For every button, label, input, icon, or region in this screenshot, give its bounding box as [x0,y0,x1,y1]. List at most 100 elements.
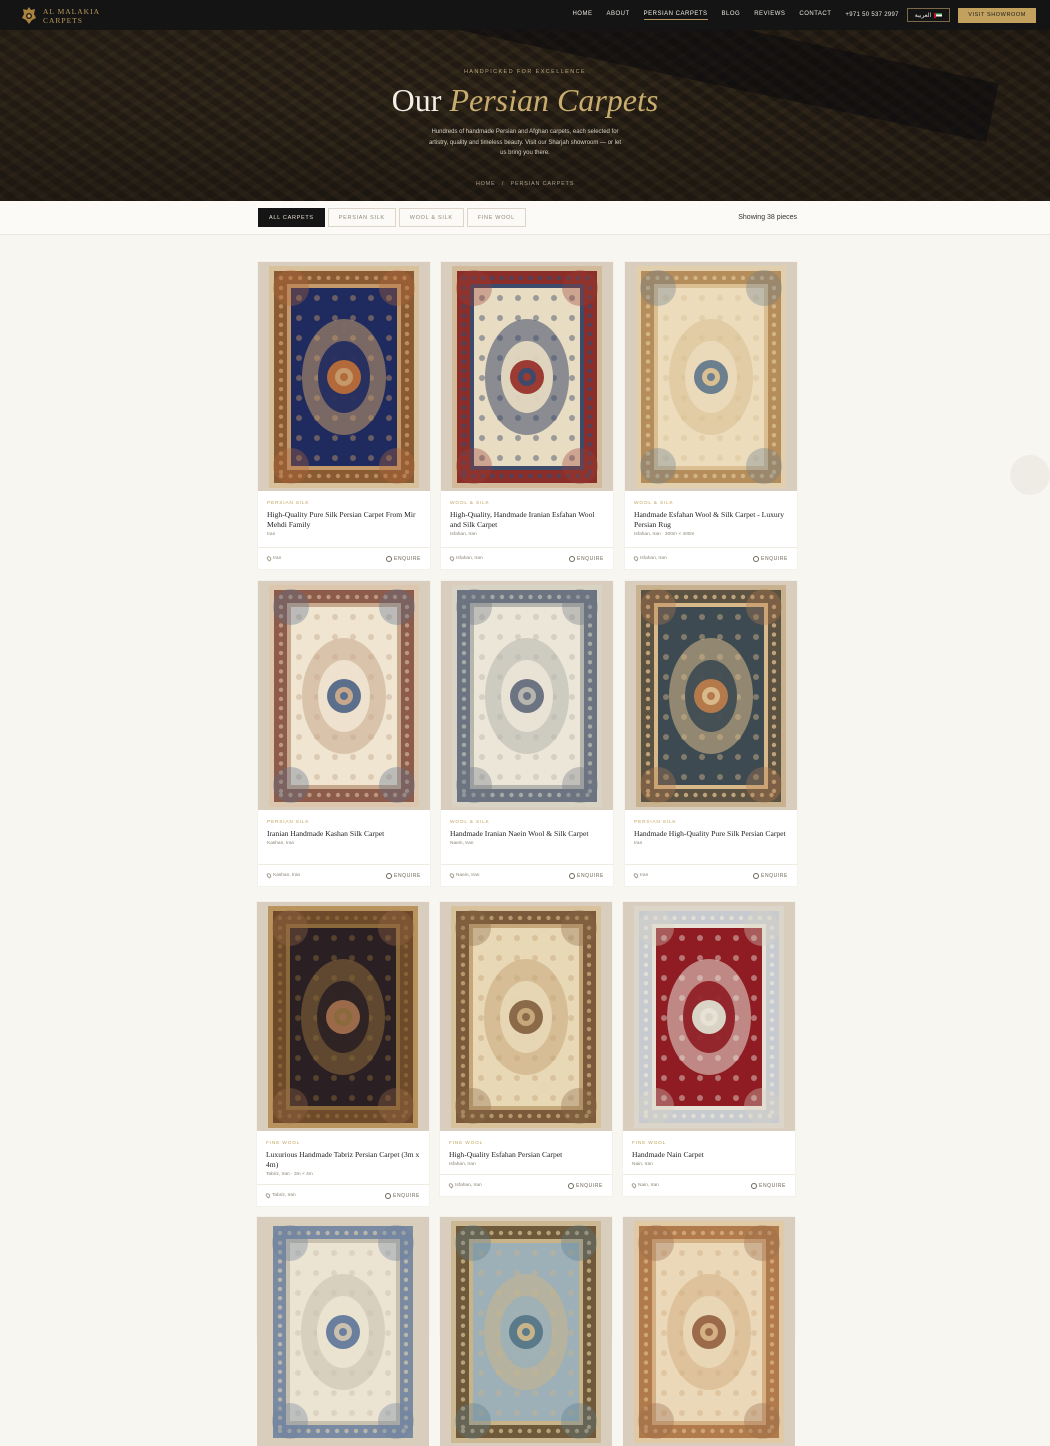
product-card[interactable]: PERSIAN SILK Iranian Handmade Kashan Silk… [258,581,430,886]
product-image[interactable] [625,581,797,810]
product-origin: Isfahan, Iran [450,532,477,537]
product-origin: Naein, Iran [450,841,474,846]
product-name[interactable]: High-Quality Pure Silk Persian Carpet Fr… [267,510,421,530]
floating-widget[interactable] [1010,455,1050,495]
filter-wool-silk[interactable]: WOOL & SILK [398,208,464,227]
product-location: Isfahan, Iran [632,555,667,562]
enquire-button[interactable]: ENQUIRE [751,1182,786,1189]
product-image[interactable] [258,581,430,810]
product-card[interactable]: WOOL & SILK Handmade Esfahan Wool & Silk … [625,262,797,569]
product-origin: Isfahan, Iran · 300m × 400m [634,532,695,537]
enquire-button[interactable]: ENQUIRE [386,555,421,562]
product-category: FINE WOOL [266,1141,301,1146]
enquire-label: ENQUIRE [761,555,788,562]
product-card[interactable] [257,1217,429,1446]
location-pin-icon [447,1182,455,1189]
enquire-label: ENQUIRE [759,1182,786,1189]
product-location: Nain, Iran [630,1182,659,1189]
product-image[interactable] [258,262,430,491]
filter-fine-wool[interactable]: FINE WOOL [466,208,526,227]
location-text: Iran [640,873,649,878]
product-image[interactable] [440,1217,612,1446]
product-location: Naein, Iran [448,872,479,879]
card-footer: Tabriz, Iran ENQUIRE [257,1184,429,1206]
nav-persian-carpets[interactable]: PERSIAN CARPETS [643,11,708,20]
location-text: Isfahan, Iran [455,1183,482,1188]
card-footer: Iran ENQUIRE [625,864,797,886]
product-card[interactable]: PERSIAN SILK Handmade High-Quality Pure S… [625,581,797,886]
enquire-button[interactable]: ENQUIRE [569,555,604,562]
carpet-image [634,905,784,1128]
product-name[interactable]: Handmade Nain Carpet [632,1150,786,1160]
page-title: Our Persian Carpets [0,82,1050,119]
product-image[interactable] [623,1217,795,1446]
product-name[interactable]: Handmade Iranian Naein Wool & Silk Carpe… [450,829,604,839]
visit-showroom-button[interactable]: VISIT SHOWROOM [958,7,1036,23]
filter-persian-silk[interactable]: PERSIAN SILK [327,208,396,227]
product-name[interactable]: Handmade High-Quality Pure Silk Persian … [634,829,788,839]
product-card[interactable]: PERSIAN SILK High-Quality Pure Silk Persi… [258,262,430,569]
logo-line-2: CARPETS [43,15,83,25]
product-origin: Iran [267,532,276,537]
product-origin: Nain, Iran [632,1162,653,1167]
product-category: FINE WOOL [632,1141,667,1146]
product-card[interactable]: FINE WOOL Luxurious Handmade Tabriz Persi… [257,902,429,1206]
nav-about[interactable]: ABOUT [606,11,629,19]
enquire-button[interactable]: ENQUIRE [753,872,788,879]
product-image[interactable] [257,1217,429,1446]
enquire-button[interactable]: ENQUIRE [385,1192,420,1199]
product-card[interactable]: FINE WOOL Handmade Nain Carpet Nain, Iran N… [623,902,795,1196]
carpet-image [451,1220,601,1443]
product-origin: Iran [634,841,643,846]
product-card[interactable]: WOOL & SILK Handmade Iranian Naein Wool &… [441,581,613,886]
location-text: Iran [273,556,282,561]
filter-all-carpets[interactable]: ALL CARPETS [258,208,325,227]
product-location: Kashan, Iran [265,872,300,879]
whatsapp-icon [569,555,576,562]
product-image[interactable] [623,902,795,1131]
product-name[interactable]: High-Quality, Handmade Iranian Esfahan W… [450,510,604,530]
carpet-image [634,1220,784,1443]
breadcrumb-home[interactable]: HOME [476,181,496,187]
nav-blog[interactable]: BLOG [722,11,741,19]
language-switch[interactable]: العربية [906,8,951,22]
product-card[interactable] [623,1217,795,1446]
nav-home[interactable]: HOME [572,11,592,19]
carpet-image [269,584,419,807]
carpet-image [269,265,419,488]
product-image[interactable] [625,262,797,491]
enquire-button[interactable]: ENQUIRE [386,872,421,879]
product-category: PERSIAN SILK [634,820,677,825]
hero-banner: HANDPICKED FOR EXCELLENCE Our Persian Ca… [0,30,1050,201]
product-name[interactable]: Luxurious Handmade Tabriz Persian Carpet… [266,1150,420,1170]
product-name[interactable]: Iranian Handmade Kashan Silk Carpet [267,829,421,839]
product-image[interactable] [440,902,612,1131]
whatsapp-icon [751,1182,758,1189]
nav-reviews[interactable]: REVIEWS [754,11,785,19]
brand-logo[interactable]: AL MALAKIA CARPETS [20,6,100,25]
product-card[interactable] [440,1217,612,1446]
product-location: Iran [265,555,282,562]
product-card[interactable]: FINE WOOL High-Quality Esfahan Persian Ca… [440,902,612,1196]
location-text: Isfahan, Iran [456,556,483,561]
product-image[interactable] [257,902,429,1131]
enquire-label: ENQUIRE [576,1182,603,1189]
enquire-button[interactable]: ENQUIRE [568,1182,603,1189]
phone-link[interactable]: +971 50 537 2997 [845,12,898,18]
product-name[interactable]: Handmade Esfahan Wool & Silk Carpet - Lu… [634,510,788,530]
whatsapp-icon [386,555,393,562]
whatsapp-icon [568,1182,575,1189]
nav-contact[interactable]: CONTACT [799,11,831,19]
product-image[interactable] [441,581,613,810]
enquire-button[interactable]: ENQUIRE [753,555,788,562]
enquire-label: ENQUIRE [761,872,788,879]
hero-description: Hundreds of handmade Persian and Afghan … [428,129,622,156]
location-pin-icon [632,555,640,562]
product-location: Isfahan, Iran [447,1182,482,1189]
product-card[interactable]: WOOL & SILK High-Quality, Handmade Irania… [441,262,613,569]
product-name[interactable]: High-Quality Esfahan Persian Carpet [449,1150,603,1160]
enquire-button[interactable]: ENQUIRE [569,872,604,879]
product-image[interactable] [441,262,613,491]
location-pin-icon [265,555,273,562]
top-navbar: AL MALAKIA CARPETS HOME ABOUT PERSIAN CA… [0,0,1050,30]
